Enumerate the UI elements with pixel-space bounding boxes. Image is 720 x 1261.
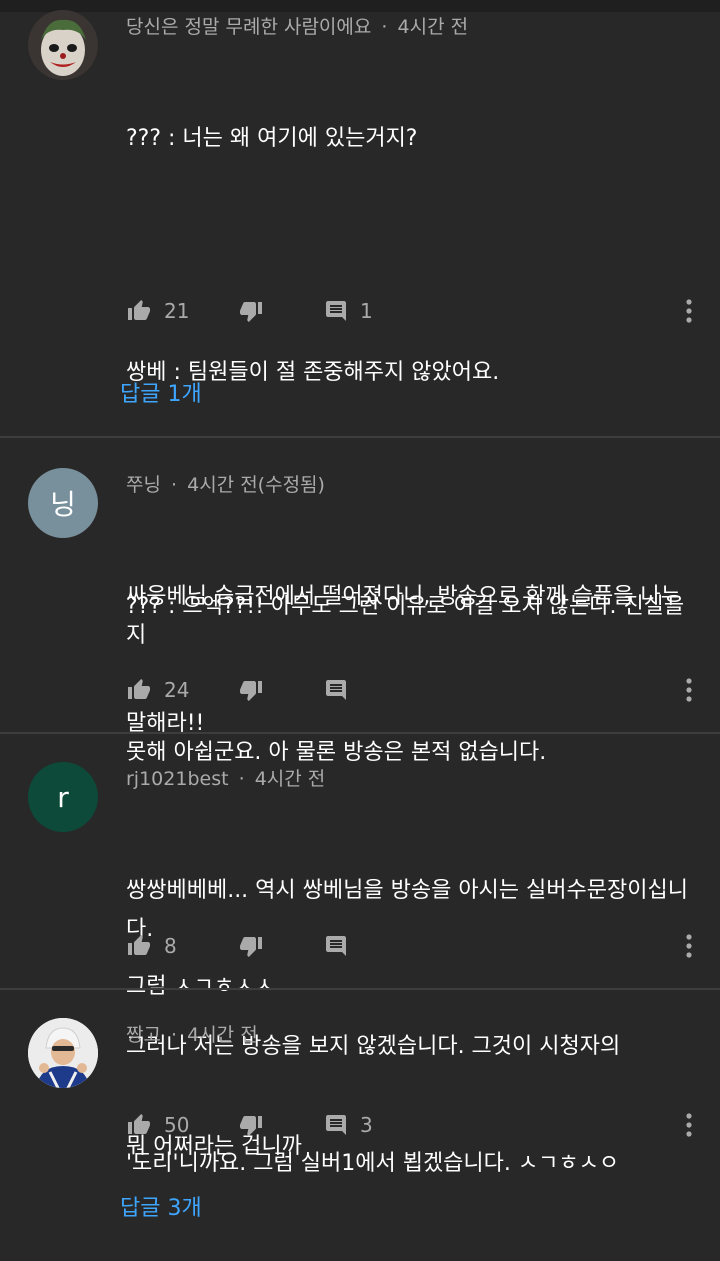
more-vertical-icon (686, 299, 692, 323)
comment-actions: 8 (126, 926, 706, 966)
avatar-initial: r (57, 780, 69, 814)
dislike-button[interactable] (238, 1105, 264, 1145)
comment-line: 싸응베님 승급전에서 떨어졌다니, 방송으로 함께 슬픔을 나누지 (126, 584, 681, 648)
avatar[interactable]: 닝 (28, 468, 98, 538)
reply-button[interactable] (324, 670, 348, 710)
comment-icon (326, 301, 346, 321)
comment-line: 쌍베 : 팀원들이 절 존중해주지 않았어요. (126, 360, 500, 385)
comment-meta: 당신은 정말 무례한 사람이에요 · 4시간 전 (126, 12, 468, 39)
like-count: 8 (164, 934, 177, 958)
like-count: 21 (164, 299, 190, 323)
meta-separator: · (381, 16, 388, 38)
more-options-button[interactable] (674, 291, 704, 331)
top-bar (0, 0, 720, 12)
reply-button[interactable]: 3 (324, 1105, 373, 1145)
divider (0, 988, 720, 990)
avatar[interactable] (28, 10, 98, 80)
reply-count: 1 (360, 299, 373, 323)
comment-time: 4시간 전(수정됨) (187, 474, 325, 496)
thumbs-up-icon (128, 935, 150, 955)
reply-button[interactable]: 1 (324, 291, 373, 331)
comment-meta: rj1021best · 4시간 전 (126, 764, 325, 791)
more-vertical-icon (686, 1113, 692, 1137)
like-button[interactable]: 24 (126, 670, 189, 710)
view-replies-link[interactable]: 답글 1개 (120, 376, 202, 408)
author-name[interactable]: rj1021best (126, 768, 229, 790)
thumbs-down-icon (240, 302, 262, 322)
dislike-button[interactable] (238, 291, 264, 331)
comment-time: 4시간 전 (397, 16, 469, 38)
comment-line: ??? : 너는 왜 여기에 있는거지? (126, 126, 418, 151)
like-count: 50 (164, 1113, 190, 1137)
like-button[interactable]: 50 (126, 1105, 189, 1145)
comment-meta: 쭈닝 · 4시간 전(수정됨) (126, 470, 325, 497)
view-replies-link[interactable]: 답글 3개 (120, 1190, 202, 1222)
reply-count: 3 (360, 1113, 373, 1137)
thumbs-down-icon (240, 937, 262, 957)
comment-actions: 24 (126, 670, 706, 710)
more-vertical-icon (686, 934, 692, 958)
comment-actions: 21 1 (126, 291, 706, 331)
reply-button[interactable] (324, 926, 348, 966)
more-vertical-icon (686, 678, 692, 702)
divider (0, 732, 720, 734)
joker-avatar-icon (28, 10, 98, 80)
divider (0, 436, 720, 438)
thumbs-up-icon (128, 679, 150, 699)
comment-icon (326, 1115, 346, 1135)
meta-separator: · (171, 1024, 178, 1046)
like-count: 24 (164, 678, 190, 702)
thumbs-down-icon (240, 1116, 262, 1136)
comment-time: 4시간 전 (254, 768, 326, 790)
dislike-button[interactable] (238, 926, 264, 966)
dislike-button[interactable] (238, 670, 264, 710)
author-name[interactable]: 짱고 (126, 1024, 161, 1046)
avatar-initial: 닝 (50, 488, 76, 521)
more-options-button[interactable] (674, 1105, 704, 1145)
author-name[interactable]: 당신은 정말 무례한 사람이에요 (126, 16, 371, 38)
person-photo-avatar-icon (28, 1018, 98, 1088)
meta-separator: · (171, 474, 178, 496)
like-button[interactable]: 8 (126, 926, 177, 966)
thumbs-up-icon (128, 1114, 150, 1134)
comment-icon (326, 680, 346, 700)
meta-separator: · (238, 768, 245, 790)
thumbs-down-icon (240, 681, 262, 701)
thumbs-up-icon (128, 300, 150, 320)
avatar[interactable]: r (28, 762, 98, 832)
comment-time: 4시간 전 (187, 1024, 258, 1046)
avatar[interactable] (28, 1018, 98, 1088)
comment-actions: 50 3 (126, 1105, 706, 1145)
more-options-button[interactable] (674, 670, 704, 710)
author-name[interactable]: 쭈닝 (126, 474, 161, 496)
comment-line (126, 236, 686, 275)
like-button[interactable]: 21 (126, 291, 189, 331)
more-options-button[interactable] (674, 926, 704, 966)
comment-meta: 짱고 · 4시간 전 (126, 1020, 258, 1047)
comment-body: 뭐 어쩌라는 겁니까 (126, 1049, 686, 1244)
comment-icon (326, 936, 346, 956)
